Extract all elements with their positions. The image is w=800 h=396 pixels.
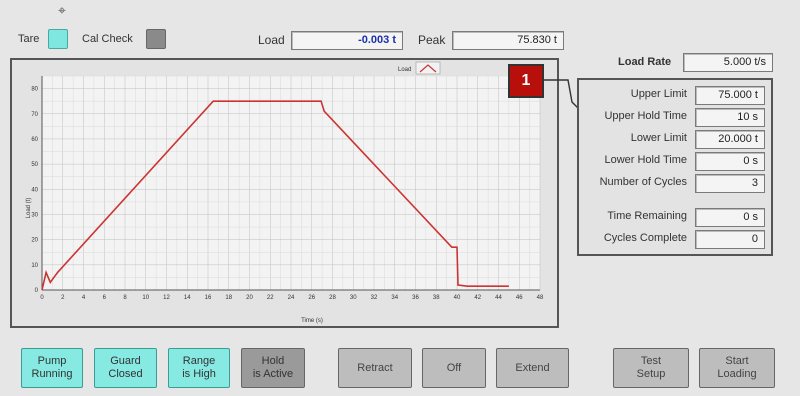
x-tick-label: 2 xyxy=(61,295,65,301)
param-label: Lower Hold Time xyxy=(604,154,687,166)
test-setup-button[interactable]: Test Setup xyxy=(613,348,689,388)
x-axis-label: Time (s) xyxy=(301,318,323,324)
param-row: Lower Limit 20.000 t xyxy=(579,130,771,149)
x-tick-label: 48 xyxy=(537,295,544,301)
start-loading-button[interactable]: Start Loading xyxy=(699,348,775,388)
range-high-indicator[interactable]: Range is High xyxy=(168,348,230,388)
x-tick-label: 10 xyxy=(142,295,149,301)
upper-limit-input[interactable]: 75.000 t xyxy=(695,86,765,105)
y-tick-label: 40 xyxy=(31,187,38,193)
param-row: Upper Hold Time 10 s xyxy=(579,108,771,127)
lower-limit-input[interactable]: 20.000 t xyxy=(695,130,765,149)
extend-button[interactable]: Extend xyxy=(496,348,569,388)
x-tick-label: 20 xyxy=(246,295,253,301)
cal-check-label: Cal Check xyxy=(82,33,133,45)
tare-label: Tare xyxy=(18,33,40,45)
param-label: Number of Cycles xyxy=(599,176,687,188)
cycle-parameters-panel: Upper Limit 75.000 t Upper Hold Time 10 … xyxy=(577,78,773,256)
x-tick-label: 40 xyxy=(454,295,461,301)
load-rate-input[interactable]: 5.000 t/s xyxy=(683,53,773,72)
x-tick-label: 32 xyxy=(371,295,378,301)
guard-closed-indicator[interactable]: Guard Closed xyxy=(94,348,157,388)
x-tick-label: 18 xyxy=(225,295,232,301)
legend-swatch-load xyxy=(415,61,441,75)
y-tick-label: 0 xyxy=(35,288,39,294)
y-tick-label: 70 xyxy=(31,112,38,118)
x-tick-labels: 0 2 4 6 8 10 12 14 16 18 20 22 24 26 28 30 32 34 36 38 40 42 4… xyxy=(40,295,544,301)
cursor-icon: ⌖ xyxy=(58,2,66,18)
y-tick-label: 20 xyxy=(31,238,38,244)
x-tick-label: 42 xyxy=(474,295,481,301)
x-tick-label: 46 xyxy=(516,295,523,301)
param-label: Upper Limit xyxy=(630,88,687,100)
y-axis-label: Load (t) xyxy=(26,198,32,219)
status-row: Time Remaining 0 s xyxy=(579,208,771,227)
x-tick-label: 8 xyxy=(123,295,127,301)
lower-hold-time-input[interactable]: 0 s xyxy=(695,152,765,171)
y-tick-labels: 0 10 20 30 40 50 60 70 80 xyxy=(31,87,38,294)
x-tick-label: 36 xyxy=(412,295,419,301)
x-tick-label: 34 xyxy=(391,295,398,301)
time-remaining-readout: 0 s xyxy=(695,208,765,227)
tare-indicator[interactable] xyxy=(48,29,68,49)
y-tick-label: 80 xyxy=(31,87,38,93)
param-row: Lower Hold Time 0 s xyxy=(579,152,771,171)
x-tick-label: 0 xyxy=(40,295,44,301)
cal-check-indicator[interactable] xyxy=(146,29,166,49)
load-label: Load xyxy=(258,33,285,47)
x-tick-label: 26 xyxy=(308,295,315,301)
y-tick-label: 60 xyxy=(31,137,38,143)
step-number-badge: 1 xyxy=(508,64,544,98)
x-tick-label: 12 xyxy=(163,295,170,301)
x-tick-label: 44 xyxy=(495,295,502,301)
load-readout: -0.003 t xyxy=(291,31,403,50)
param-label: Lower Limit xyxy=(630,132,687,144)
legend-label-load: Load xyxy=(398,67,411,73)
upper-hold-time-input[interactable]: 10 s xyxy=(695,108,765,127)
hold-active-indicator[interactable]: Hold is Active xyxy=(241,348,305,388)
pump-running-indicator[interactable]: Pump Running xyxy=(21,348,83,388)
retract-button[interactable]: Retract xyxy=(338,348,412,388)
param-row: Upper Limit 75.000 t xyxy=(579,86,771,105)
load-rate-label: Load Rate xyxy=(618,56,672,68)
y-tick-label: 30 xyxy=(31,212,38,218)
badge-connector xyxy=(544,79,579,109)
x-tick-label: 24 xyxy=(288,295,295,301)
param-label: Upper Hold Time xyxy=(604,110,687,122)
y-tick-label: 10 xyxy=(31,263,38,269)
status-row: Cycles Complete 0 xyxy=(579,230,771,249)
number-of-cycles-input[interactable]: 3 xyxy=(695,174,765,193)
x-tick-label: 4 xyxy=(82,295,86,301)
param-row: Number of Cycles 3 xyxy=(579,174,771,193)
status-label: Cycles Complete xyxy=(603,232,687,244)
x-tick-label: 28 xyxy=(329,295,336,301)
chart-legend: Load xyxy=(398,61,441,75)
peak-label: Peak xyxy=(418,33,446,47)
x-tick-label: 6 xyxy=(103,295,107,301)
status-label: Time Remaining xyxy=(607,210,687,222)
x-tick-label: 30 xyxy=(350,295,357,301)
off-button[interactable]: Off xyxy=(422,348,486,388)
x-tick-label: 38 xyxy=(433,295,440,301)
load-chart: 0 2 4 6 8 10 12 14 16 18 20 22 24 26 28 30 32 34 36 38 40 42 4… xyxy=(26,61,544,324)
x-tick-label: 22 xyxy=(267,295,274,301)
y-tick-label: 50 xyxy=(31,162,38,168)
peak-readout: 75.830 t xyxy=(452,31,564,50)
cycles-complete-readout: 0 xyxy=(695,230,765,249)
x-tick-label: 16 xyxy=(205,295,212,301)
chart-grid xyxy=(41,75,541,291)
x-tick-label: 14 xyxy=(184,295,191,301)
